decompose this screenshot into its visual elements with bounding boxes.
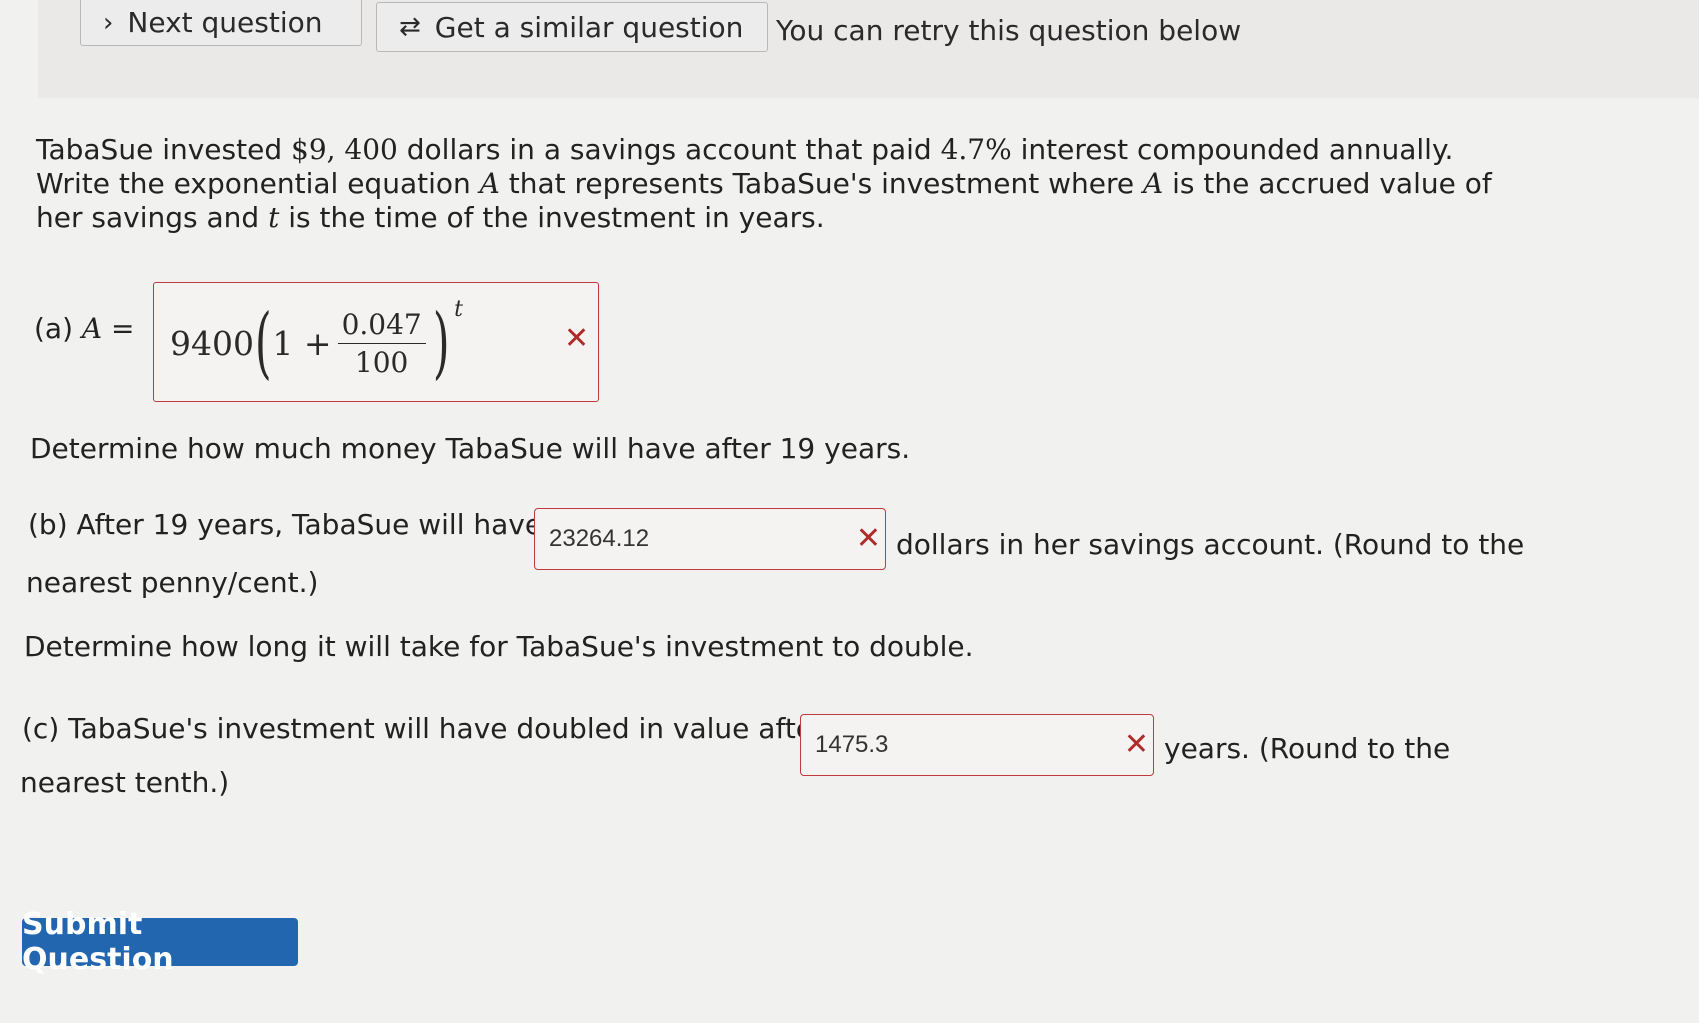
problem-text: that represents TabaSue's investment whe… xyxy=(499,167,1143,200)
equation-expression: 9400 ( 1 + 0.047 100 ) t xyxy=(170,297,463,388)
part-a-prefix: (a) xyxy=(34,312,82,345)
math-variable: t xyxy=(268,201,280,234)
answer-field-c[interactable]: 1475.3 ✕ xyxy=(800,714,1154,776)
incorrect-x-icon: ✕ xyxy=(1123,727,1149,762)
right-paren: ) xyxy=(432,298,450,388)
submit-question-button[interactable]: Submit Question xyxy=(22,907,298,977)
part-c-text-after: years. (Round to the xyxy=(1164,732,1451,765)
part-b-text-after-2: nearest penny/cent.) xyxy=(26,566,319,599)
problem-amount: $9, 400 xyxy=(291,133,398,166)
repeat-icon: ⇄ xyxy=(399,12,421,42)
next-question-label: Next question xyxy=(127,6,323,39)
similar-question-button[interactable]: ⇄ Get a similar question xyxy=(376,2,768,52)
part-c-text: (c) TabaSue's investment will have doubl… xyxy=(22,712,825,745)
similar-question-label: Get a similar question xyxy=(434,10,744,44)
prompt-c: Determine how long it will take for Taba… xyxy=(24,630,974,663)
coefficient: 9400 xyxy=(170,323,254,363)
incorrect-x-icon: ✕ xyxy=(855,521,881,556)
answer-c-value: 1475.3 xyxy=(815,731,889,758)
math-variable: A xyxy=(479,167,500,200)
prompt-b: Determine how much money TabaSue will ha… xyxy=(30,432,911,465)
one-plus: 1 + xyxy=(272,323,332,363)
problem-text: TabaSue invested xyxy=(36,133,291,166)
fraction-numerator: 0.047 xyxy=(337,308,426,344)
answer-field-b[interactable]: 23264.12 ✕ xyxy=(534,508,886,570)
next-question-button[interactable]: › Next question xyxy=(80,0,362,46)
part-a-label: (a) A = xyxy=(34,312,135,345)
problem-text: is the time of the investment in years. xyxy=(279,201,825,234)
retry-message: You can retry this question below xyxy=(776,14,1242,47)
math-variable: A xyxy=(1143,167,1164,200)
left-paren: ( xyxy=(254,298,272,388)
incorrect-x-icon: ✕ xyxy=(564,321,590,356)
chevron-right-icon: › xyxy=(103,7,114,38)
equals-sign: = xyxy=(102,312,135,345)
problem-rate: 4.7% xyxy=(940,133,1012,166)
exponent: t xyxy=(454,297,464,322)
problem-text: dollars in a savings account that paid xyxy=(397,133,941,166)
problem-statement: TabaSue invested $9, 400 dollars in a sa… xyxy=(36,133,1536,235)
math-variable: A xyxy=(81,312,103,345)
part-b-text-after: dollars in her savings account. (Round t… xyxy=(896,528,1525,561)
answer-field-a[interactable]: 9400 ( 1 + 0.047 100 ) t ✕ xyxy=(153,282,599,402)
answer-b-value: 23264.12 xyxy=(549,525,650,552)
fraction-denominator: 100 xyxy=(354,345,409,379)
part-c-text-after-2: nearest tenth.) xyxy=(20,766,230,799)
part-b-text: (b) After 19 years, TabaSue will have xyxy=(28,508,543,541)
rate-fraction: 0.047 100 xyxy=(337,308,426,379)
